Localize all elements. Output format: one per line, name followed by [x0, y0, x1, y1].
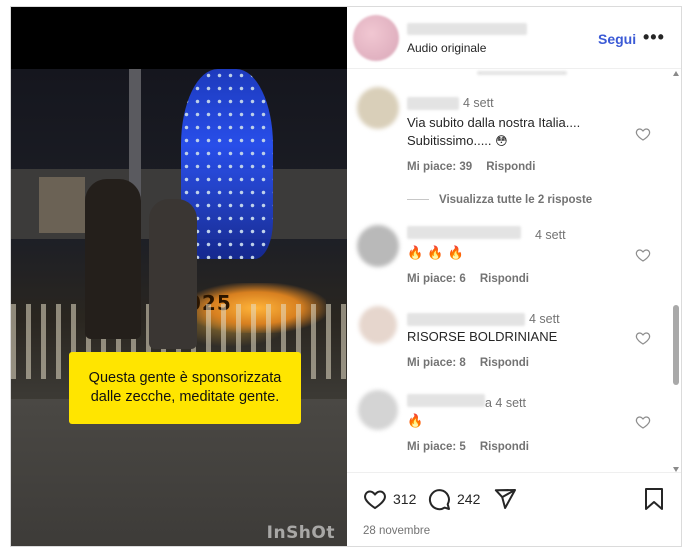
flushed-emoji-icon: 😳 [495, 134, 508, 148]
share-icon[interactable] [493, 487, 517, 511]
previous-comment-fragment [477, 71, 567, 75]
reply-button[interactable]: Rispondi [486, 161, 535, 173]
comment-username-redacted[interactable] [407, 226, 521, 239]
reply-button[interactable]: Rispondi [480, 441, 529, 453]
save-button[interactable] [643, 487, 665, 511]
replies-divider [407, 199, 429, 201]
comment-text: Via subito dalla nostra Italia.... Subit… [407, 114, 580, 150]
avatar[interactable] [357, 87, 399, 129]
comment-meta: Mi piace: 5 Rispondi [407, 441, 543, 453]
video-caption: Questa gente è sponsorizzata dalle zecch… [69, 352, 301, 424]
comment-username-redacted[interactable] [407, 313, 525, 326]
reply-button[interactable]: Rispondi [480, 273, 529, 285]
comment-icon[interactable] [427, 487, 451, 511]
audio-label[interactable]: Audio originale [407, 41, 486, 55]
comment-meta: Mi piace: 39 Rispondi [407, 161, 549, 173]
view-replies-button[interactable]: Visualizza tutte le 2 risposte [407, 194, 592, 206]
post-header: Audio originale Segui ••• [347, 7, 681, 69]
comments-scrollbar[interactable] [671, 69, 681, 472]
post-date: 28 novembre [363, 525, 431, 537]
like-button[interactable]: 312 [363, 487, 416, 511]
video-watermark: InShOt [266, 523, 335, 543]
comment-text: RISORSE BOLDRINIANE [407, 329, 558, 344]
comment-text-line2: Subitissimo..... [407, 133, 492, 148]
author-avatar[interactable] [353, 15, 399, 61]
heart-icon[interactable] [635, 126, 651, 142]
comment-like-count[interactable]: Mi piace: 6 [407, 273, 466, 285]
comment-time: 4 sett [529, 312, 560, 326]
comments-panel: Audio originale Segui ••• 4 sett Via sub… [347, 7, 681, 546]
share-button[interactable] [493, 487, 517, 511]
comment-time: a 4 sett [485, 396, 526, 410]
fire-emoji-icon: 🔥 [407, 414, 424, 429]
like-count: 312 [393, 491, 417, 507]
avatar[interactable] [357, 225, 399, 267]
post-actions: 312 242 28 novembre [347, 472, 681, 546]
fire-emoji-icon: 🔥 🔥 🔥 [407, 246, 464, 261]
comment-button[interactable]: 242 [427, 487, 480, 511]
avatar[interactable] [358, 390, 398, 430]
video-player[interactable]: 025 Questa gente è sponsorizzata dalle z… [11, 7, 347, 546]
view-replies-label: Visualizza tutte le 2 risposte [439, 194, 593, 206]
comment-meta: Mi piace: 8 Rispondi [407, 357, 543, 369]
comment-time: 4 sett [463, 96, 494, 110]
comment-like-count[interactable]: Mi piace: 5 [407, 441, 466, 453]
comment-like-count[interactable]: Mi piace: 39 [407, 161, 472, 173]
scene-building-light [39, 177, 85, 233]
more-icon[interactable]: ••• [643, 27, 665, 48]
heart-icon[interactable] [635, 330, 651, 346]
comment-meta: Mi piace: 6 Rispondi [407, 273, 543, 285]
comment-username-redacted[interactable] [407, 97, 459, 110]
comment-text-line: Via subito dalla nostra Italia.... [407, 115, 581, 130]
scroll-up-arrow-icon[interactable] [673, 71, 679, 76]
comment-time: 4 sett [535, 228, 566, 242]
scene-person [149, 199, 197, 349]
post-dialog: 025 Questa gente è sponsorizzata dalle z… [10, 6, 682, 547]
save-icon[interactable] [643, 487, 665, 511]
comment-like-count[interactable]: Mi piace: 8 [407, 357, 466, 369]
comment-username-redacted[interactable] [407, 394, 485, 407]
video-frame: 025 [11, 69, 347, 546]
heart-icon[interactable] [363, 487, 387, 511]
author-username-redacted[interactable] [407, 23, 527, 35]
heart-icon[interactable] [635, 247, 651, 263]
comment-count: 242 [457, 491, 481, 507]
scrollbar-thumb[interactable] [673, 305, 679, 385]
heart-icon[interactable] [635, 414, 651, 430]
scene-person [85, 179, 141, 339]
comment-list: 4 sett Via subito dalla nostra Italia...… [347, 69, 681, 472]
reply-button[interactable]: Rispondi [480, 357, 529, 369]
follow-button[interactable]: Segui [598, 31, 636, 47]
avatar[interactable] [359, 306, 397, 344]
comment-text-line: Subitissimo..... 😳 [407, 132, 580, 150]
